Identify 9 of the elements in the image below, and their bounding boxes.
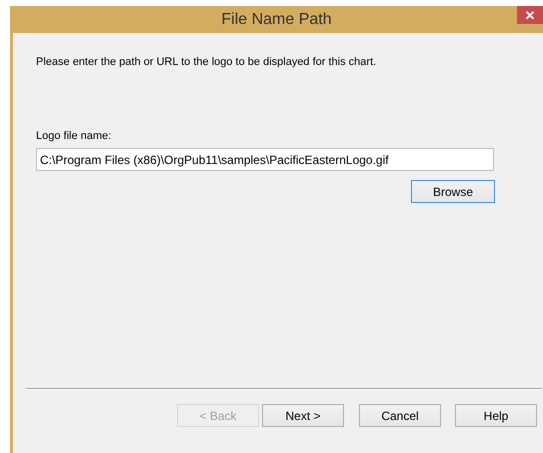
help-button[interactable]: Help (455, 404, 537, 427)
browse-button[interactable]: Browse (411, 180, 495, 203)
field-label: Logo file name: (36, 130, 112, 142)
window-title: File Name Path (221, 10, 332, 28)
instruction-text: Please enter the path or URL to the logo to be displayed for this chart. (36, 56, 378, 68)
cancel-button[interactable]: Cancel (359, 404, 441, 427)
next-button[interactable]: Next > (262, 404, 344, 427)
logo-path-field[interactable]: C:\Program Files (x86)\OrgPub11\samples\PacificEasternLogo.gif (36, 148, 494, 171)
close-button[interactable]: ✕ (517, 6, 543, 24)
